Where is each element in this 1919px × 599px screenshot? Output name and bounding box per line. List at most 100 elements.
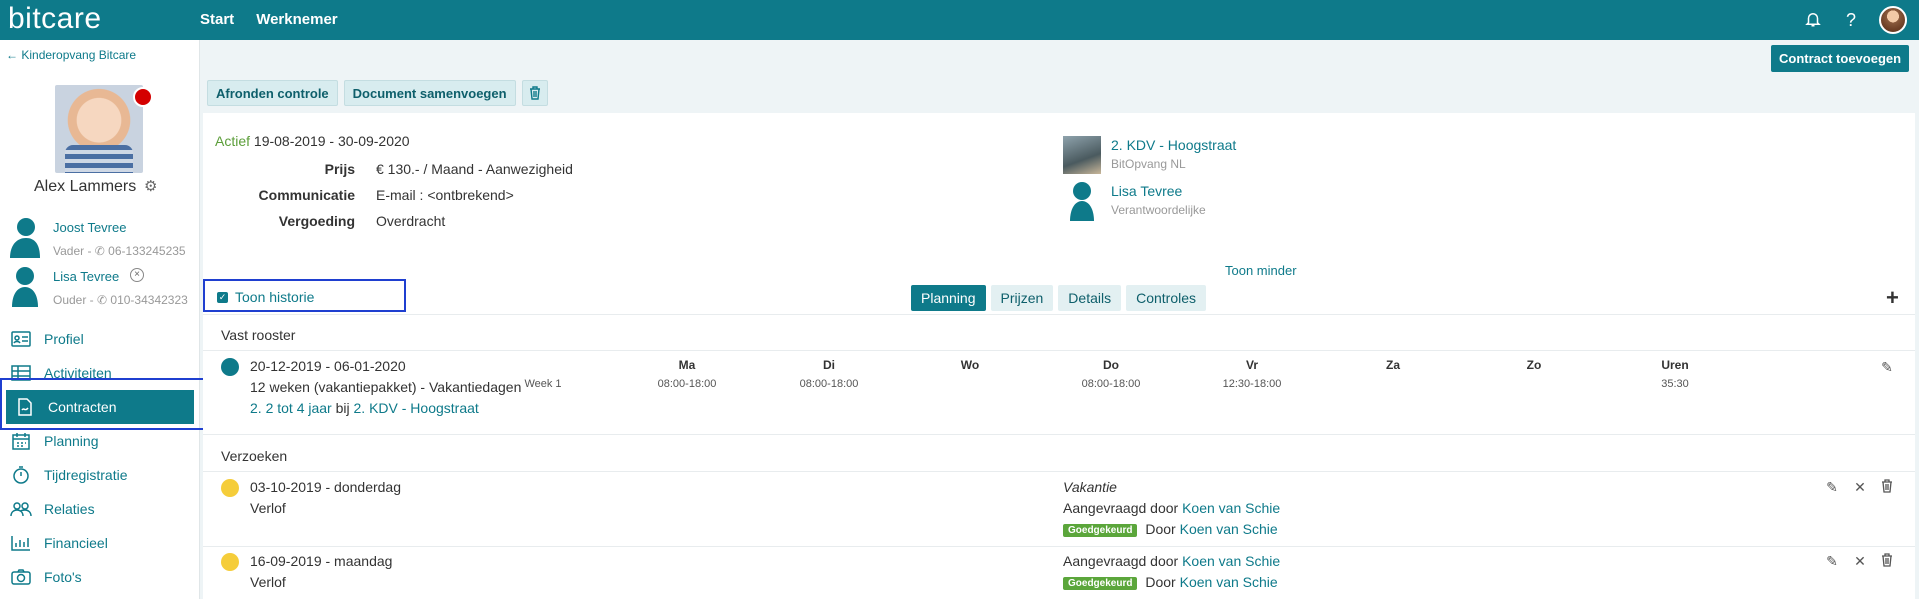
group-mid: bij	[335, 400, 350, 416]
request-requested-line: Aangevraagd door Koen van Schie	[1063, 553, 1280, 569]
responsible-role: Verantwoordelijke	[1111, 203, 1206, 217]
edit-icon[interactable]: ✎	[1879, 359, 1895, 375]
field-label: Communicatie	[258, 187, 355, 203]
bell-icon[interactable]	[1803, 10, 1823, 30]
sidebar-item-planning[interactable]: Planning	[0, 424, 200, 458]
divider	[203, 350, 1915, 351]
top-nav: Start Werknemer	[200, 11, 338, 28]
status-active: Actief	[215, 133, 251, 149]
group-link[interactable]: 2. 2 tot 4 jaar	[250, 400, 332, 416]
parent-item[interactable]: Joost Tevree Vader - ✆ 06-133245235	[0, 216, 200, 264]
hours-header: Uren	[1661, 358, 1689, 372]
field-label: Prijs	[324, 161, 355, 177]
profile-card-icon	[10, 330, 32, 348]
day-header: Do	[1103, 358, 1119, 372]
sidebar-item-profiel[interactable]: Profiel	[0, 322, 200, 356]
toolbar: Afronden controle Document samenvoegen	[207, 80, 548, 106]
responsible-link[interactable]: Lisa Tevree	[1111, 183, 1182, 199]
sidebar-item-label: Relaties	[44, 501, 95, 517]
request-approved-line: Goedgekeurd Door Koen van Schie	[1063, 521, 1278, 537]
child-photo[interactable]	[55, 85, 143, 173]
divider	[203, 546, 1915, 547]
sidebar-item-activiteiten[interactable]: Activiteiten	[0, 356, 200, 390]
approved-by-link[interactable]: Koen van Schie	[1180, 521, 1278, 537]
sidebar-item-relaties[interactable]: Relaties	[0, 492, 200, 526]
calendar-icon	[10, 432, 32, 450]
close-icon[interactable]: ×	[130, 268, 144, 282]
merge-document-button[interactable]: Document samenvoegen	[343, 80, 516, 106]
close-icon[interactable]: ✕	[1852, 553, 1868, 569]
add-contract-button[interactable]: Contract toevoegen	[1771, 45, 1910, 72]
day-header: Di	[823, 358, 835, 372]
history-label: Toon historie	[235, 289, 315, 305]
status-dot	[133, 87, 153, 107]
parent-item[interactable]: Lisa Tevree × Ouder - ✆ 010-34342323	[0, 265, 200, 313]
trash-icon	[529, 86, 540, 100]
gear-icon[interactable]: ⚙	[144, 177, 157, 195]
sidebar-item-tijdregistratie[interactable]: Tijdregistratie	[0, 458, 200, 492]
sidebar-item-financieel[interactable]: Financieel	[0, 526, 200, 560]
show-less-link[interactable]: Toon minder	[1225, 263, 1297, 278]
sidebar-item-label: Tijdregistratie	[44, 467, 128, 483]
sidebar-item-label: Contracten	[48, 399, 117, 415]
bar-chart-icon	[10, 534, 32, 552]
sidebar-item-contracten[interactable]: Contracten	[6, 390, 194, 424]
parent-name[interactable]: Joost Tevree	[53, 220, 126, 235]
location-org: BitOpvang NL	[1111, 157, 1186, 171]
edit-icon[interactable]: ✎	[1824, 479, 1840, 495]
schedule-dot	[221, 358, 239, 376]
contract-tabs: Planning Prijzen Details Controles	[911, 285, 1207, 311]
sidebar: ← Kinderopvang Bitcare Alex Lammers ⚙ Jo…	[0, 40, 200, 599]
back-link[interactable]: ← Kinderopvang Bitcare	[6, 48, 136, 62]
logo[interactable]: bitcare	[8, 2, 102, 36]
request-requested-line: Aangevraagd door Koen van Schie	[1063, 500, 1280, 516]
avatar[interactable]	[1879, 6, 1907, 34]
field-value: Overdracht	[376, 213, 446, 229]
week-label: Week 1	[524, 378, 562, 390]
requested-by-link[interactable]: Koen van Schie	[1182, 553, 1280, 569]
nav-start[interactable]: Start	[200, 11, 234, 28]
checkbox-checked-icon[interactable]: ✓	[217, 291, 228, 303]
help-icon[interactable]: ?	[1841, 10, 1861, 30]
requested-prefix: Aangevraagd door	[1063, 553, 1179, 569]
people-icon	[10, 500, 32, 518]
sidebar-item-fotos[interactable]: Foto's	[0, 560, 200, 594]
schedule-group-line: 2. 2 tot 4 jaar bij 2. KDV - Hoogstraat	[250, 400, 479, 416]
requested-by-link[interactable]: Koen van Schie	[1182, 500, 1280, 516]
edit-icon[interactable]: ✎	[1824, 553, 1840, 569]
sidebar-item-label: Planning	[44, 433, 99, 449]
delete-button[interactable]	[521, 80, 548, 106]
approved-by-link[interactable]: Koen van Schie	[1180, 574, 1278, 590]
location-link[interactable]: 2. KDV - Hoogstraat	[354, 400, 479, 416]
back-link-label: Kinderopvang Bitcare	[21, 48, 137, 62]
tab-controles[interactable]: Controles	[1126, 285, 1207, 311]
plus-icon[interactable]: +	[1886, 285, 1899, 311]
approved-prefix: Door	[1145, 521, 1176, 537]
arrow-left-icon: ←	[6, 48, 18, 62]
location-link[interactable]: 2. KDV - Hoogstraat	[1111, 137, 1236, 153]
nav-werknemer[interactable]: Werknemer	[256, 11, 337, 28]
request-type: Verlof	[250, 500, 286, 516]
finish-check-button[interactable]: Afronden controle	[207, 80, 338, 106]
total-hours: 35:30	[1661, 378, 1689, 390]
day-header: Za	[1385, 358, 1400, 372]
close-icon[interactable]: ✕	[1852, 479, 1868, 495]
top-right-actions: ?	[1803, 6, 1907, 34]
request-dot	[221, 553, 239, 571]
contract-panel: Actief 19-08-2019 - 30-09-2020 Prijs € 1…	[203, 113, 1915, 599]
parent-name[interactable]: Lisa Tevree	[53, 269, 119, 284]
tab-planning[interactable]: Planning	[911, 285, 986, 311]
request-approved-line: Goedgekeurd Door Koen van Schie	[1063, 574, 1278, 590]
person-silhouette-icon	[1070, 182, 1094, 221]
sidebar-item-label: Activiteiten	[44, 365, 112, 381]
person-silhouette-icon	[10, 218, 40, 258]
request-reason: Vakantie	[1063, 479, 1117, 495]
trash-icon[interactable]	[1879, 553, 1895, 569]
schedule-period: 20-12-2019 - 06-01-2020	[250, 358, 406, 374]
trash-icon[interactable]	[1879, 479, 1895, 495]
history-toggle[interactable]: ✓ Toon historie	[217, 289, 314, 305]
tab-prijzen[interactable]: Prijzen	[990, 285, 1054, 311]
tab-details[interactable]: Details	[1058, 285, 1122, 311]
day-time: 08:00-18:00	[1081, 378, 1141, 390]
schedule-package: 12 weken (vakantiepakket) - Vakantiedage…	[250, 379, 522, 395]
